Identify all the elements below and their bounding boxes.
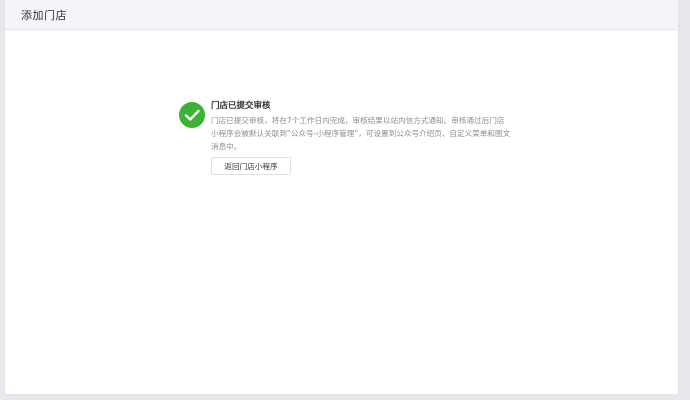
result-description: 门店已提交审核，将在7个工作日内完成，审核结果以站内信方式通知。审核通过后门店小… (211, 116, 511, 151)
page-header: 添加门店 (5, 0, 678, 30)
page-title: 添加门店 (21, 8, 67, 22)
result-text: 门店已提交审核 门店已提交审核，将在7个工作日内完成，审核结果以站内信方式通知。… (211, 100, 511, 175)
back-to-store-miniprogram-button[interactable]: 返回门店小程序 (211, 157, 291, 175)
result-title: 门店已提交审核 (211, 101, 271, 111)
success-check-icon (179, 102, 205, 128)
page-container: 添加门店 门店已提交审核 门店已提交审核，将在7个工作日内完成，审核结果以站内信… (4, 0, 679, 395)
